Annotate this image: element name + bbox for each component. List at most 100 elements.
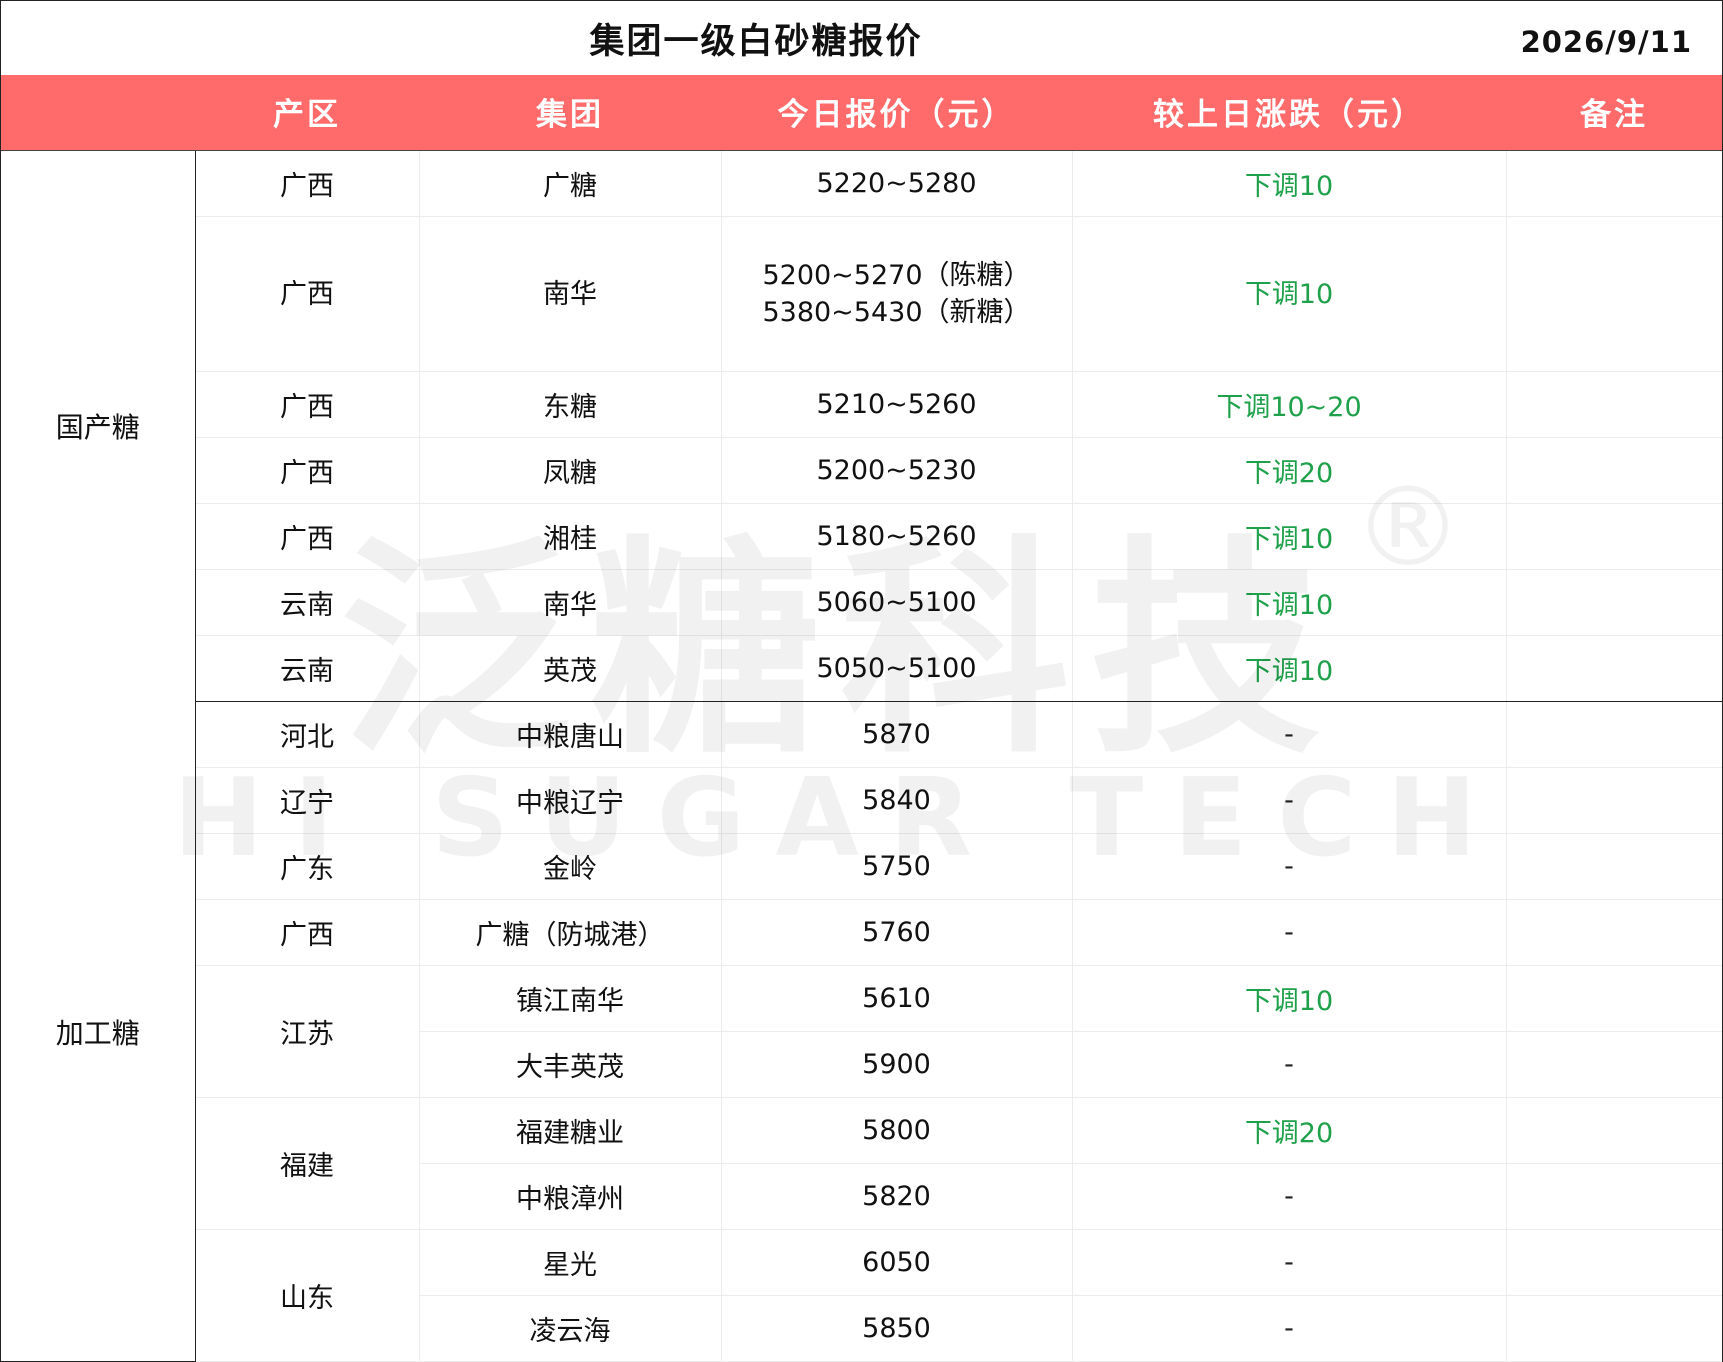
region-cell: 广西 <box>195 437 420 504</box>
group-cell: 东糖 <box>419 371 722 438</box>
region-cell: 广东 <box>195 833 420 900</box>
note-cell <box>1506 216 1722 372</box>
price-cell: 5820 <box>721 1163 1073 1230</box>
table-row: 山东 星光 6050 - <box>1 1229 1722 1362</box>
change-cell: 下调10 <box>1072 216 1507 372</box>
region-cell: 广西 <box>195 151 420 217</box>
price-cell: 5200~5230 <box>721 437 1073 504</box>
price-cell: 5900 <box>721 1031 1073 1098</box>
group-cell: 中粮唐山 <box>419 701 722 768</box>
table-row: 云南 南华 5060~5100 下调10 <box>1 569 1722 636</box>
group-cell: 福建糖业 <box>419 1097 722 1164</box>
table-row: 加工糖 河北 中粮唐山 5870 - <box>1 701 1722 1362</box>
group-cell: 南华 <box>419 216 722 372</box>
note-cell <box>1506 1031 1722 1098</box>
note-cell <box>1506 1295 1722 1362</box>
category-processed: 加工糖 <box>1 701 196 1362</box>
report-date: 2026/9/11 <box>1520 25 1692 59</box>
header-group: 集团 <box>536 97 604 133</box>
change-cell: - <box>1072 701 1507 768</box>
price-cell: 5800 <box>721 1097 1073 1164</box>
table-row: 辽宁 中粮辽宁 5840 - <box>1 767 1722 834</box>
group-cell: 镇江南华 <box>419 965 722 1032</box>
table-row: 广西 湘桂 5180~5260 下调10 <box>1 503 1722 570</box>
change-cell: 下调20 <box>1072 437 1507 504</box>
table-row: 广东 金岭 5750 - <box>1 833 1722 900</box>
change-cell: 下调10 <box>1072 635 1507 702</box>
region-cell: 广西 <box>195 899 420 966</box>
price-cell: 5210~5260 <box>721 371 1073 438</box>
note-cell <box>1506 371 1722 438</box>
note-cell <box>1506 1097 1722 1164</box>
region-cell: 云南 <box>195 635 420 702</box>
header-note: 备注 <box>1580 97 1648 133</box>
table-row: 广西 凤糖 5200~5230 下调20 <box>1 437 1722 504</box>
region-cell: 广西 <box>195 216 420 372</box>
change-cell: - <box>1072 1163 1507 1230</box>
group-cell: 中粮漳州 <box>419 1163 722 1230</box>
note-cell <box>1506 635 1722 702</box>
title-row: 集团一级白砂糖报价 2026/9/11 <box>1 1 1722 75</box>
group-cell: 广糖 <box>419 151 722 217</box>
region-cell: 辽宁 <box>195 767 420 834</box>
page-title: 集团一级白砂糖报价 <box>589 22 923 62</box>
group-cell: 湘桂 <box>419 503 722 570</box>
region-cell: 广西 <box>195 503 420 570</box>
change-cell: - <box>1072 767 1507 834</box>
price-cell: 5060~5100 <box>721 569 1073 636</box>
note-cell <box>1506 833 1722 900</box>
price-cell: 5180~5260 <box>721 503 1073 570</box>
note-cell <box>1506 965 1722 1032</box>
header-price: 今日报价（元） <box>777 97 1016 133</box>
group-cell: 南华 <box>419 569 722 636</box>
price-new-sugar: 5380~5430（新糖） <box>762 297 1031 328</box>
group-cell: 广糖（防城港） <box>419 899 722 966</box>
group-cell: 星光 <box>419 1229 722 1296</box>
group-cell: 大丰英茂 <box>419 1031 722 1098</box>
price-cell: 5760 <box>721 899 1073 966</box>
price-cell: 5200~5270（陈糖） 5380~5430（新糖） <box>721 216 1073 372</box>
region-cell: 江苏 <box>195 965 420 1098</box>
table-header: 产区 集团 今日报价（元） 较上日涨跌（元） 备注 <box>1 75 1722 151</box>
change-cell: - <box>1072 1031 1507 1098</box>
note-cell <box>1506 1163 1722 1230</box>
group-cell: 中粮辽宁 <box>419 767 722 834</box>
region-cell: 福建 <box>195 1097 420 1230</box>
category-domestic: 国产糖 <box>1 151 196 702</box>
change-cell: 下调10 <box>1072 503 1507 570</box>
note-cell <box>1506 437 1722 504</box>
group-cell: 英茂 <box>419 635 722 702</box>
region-cell: 云南 <box>195 569 420 636</box>
group-cell: 金岭 <box>419 833 722 900</box>
region-cell: 河北 <box>195 701 420 768</box>
table-row: 广西 东糖 5210~5260 下调10~20 <box>1 371 1722 438</box>
price-cell: 5850 <box>721 1295 1073 1362</box>
region-cell: 山东 <box>195 1229 420 1362</box>
note-cell <box>1506 899 1722 966</box>
note-cell <box>1506 569 1722 636</box>
note-cell <box>1506 503 1722 570</box>
group-cell: 凤糖 <box>419 437 722 504</box>
note-cell <box>1506 151 1722 217</box>
change-cell: 下调10 <box>1072 965 1507 1032</box>
table-row: 云南 英茂 5050~5100 下调10 <box>1 635 1722 702</box>
change-cell: - <box>1072 833 1507 900</box>
price-cell: 5220~5280 <box>721 151 1073 217</box>
change-cell: 下调10 <box>1072 151 1507 217</box>
price-cell: 5610 <box>721 965 1073 1032</box>
group-cell: 凌云海 <box>419 1295 722 1362</box>
header-change: 较上日涨跌（元） <box>1153 97 1425 133</box>
price-cell: 5050~5100 <box>721 635 1073 702</box>
change-cell: - <box>1072 899 1507 966</box>
table-row: 广西 广糖（防城港） 5760 - <box>1 899 1722 966</box>
region-cell: 广西 <box>195 371 420 438</box>
note-cell <box>1506 1229 1722 1296</box>
table-row: 福建 福建糖业 5800 下调20 <box>1 1097 1722 1230</box>
price-table: 国产糖 广西 广糖 5220~5280 下调10 广西 南华 5200~5270… <box>1 151 1722 1362</box>
price-cell: 5840 <box>721 767 1073 834</box>
change-cell: 下调10 <box>1072 569 1507 636</box>
note-cell <box>1506 767 1722 834</box>
table-row: 江苏 镇江南华 5610 下调10 <box>1 965 1722 1098</box>
price-cell: 5870 <box>721 701 1073 768</box>
note-cell <box>1506 701 1722 768</box>
